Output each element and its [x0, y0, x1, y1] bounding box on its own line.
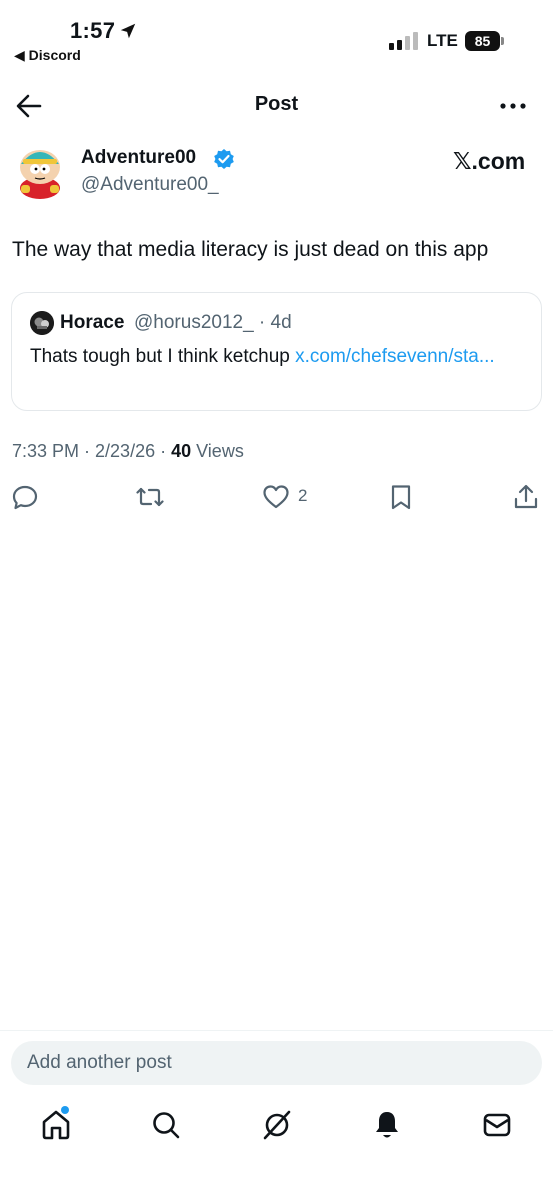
post-action-bar: 2 — [0, 483, 553, 511]
messages-icon[interactable] — [481, 1108, 513, 1142]
quoted-author-avatar — [30, 311, 54, 335]
like-count[interactable]: 2 — [298, 486, 307, 506]
bottom-nav — [0, 1108, 553, 1148]
quoted-post-card[interactable]: Horace @horus2012_ · 4d Thats tough but … — [11, 292, 542, 411]
add-post-input[interactable]: Add another post — [11, 1041, 542, 1085]
composer-divider — [0, 1030, 553, 1031]
more-options-icon[interactable] — [496, 93, 530, 119]
author-avatar[interactable] — [12, 142, 68, 200]
back-to-app-link[interactable]: ◀ Discord — [14, 47, 81, 64]
bookmark-icon[interactable] — [387, 483, 415, 511]
reply-icon[interactable] — [11, 483, 39, 511]
post-timestamp: 7:33 PM · 2/23/26 · — [12, 441, 172, 461]
post-header: Post — [0, 85, 553, 127]
cellular-signal-icon — [389, 32, 418, 50]
repost-icon[interactable] — [136, 483, 164, 511]
like-icon[interactable] — [262, 483, 290, 511]
quoted-author-name: Horace — [60, 312, 125, 333]
grok-icon[interactable] — [261, 1108, 293, 1142]
quoted-post-text: Thats tough but I think ketchup x.com/ch… — [30, 343, 530, 371]
battery-level: 85 — [465, 31, 500, 51]
battery-cap — [501, 37, 504, 45]
views-label: Views — [191, 441, 244, 461]
quoted-post-body: Thats tough but I think ketchup — [30, 346, 296, 367]
status-bar: 1:57 ◀ Discord LTE 85 — [0, 0, 553, 72]
post-meta: 7:33 PM · 2/23/26 · 40 Views — [12, 441, 244, 462]
page-title: Post — [254, 93, 299, 115]
home-icon[interactable] — [40, 1108, 72, 1142]
source-site-label: 𝕏.com — [453, 148, 526, 174]
verified-badge-icon — [214, 149, 234, 169]
author-display-name[interactable]: Adventure00 — [81, 147, 196, 169]
notifications-icon[interactable] — [371, 1108, 403, 1142]
status-time: 1:57 — [70, 18, 116, 43]
battery-icon: 85 — [465, 31, 505, 51]
quoted-post-link[interactable]: x.com/chefsevenn/sta... — [295, 346, 495, 367]
author-handle[interactable]: @Adventure00_ — [81, 174, 219, 196]
network-type: LTE — [427, 31, 458, 50]
add-post-placeholder: Add another post — [27, 1052, 172, 1073]
quoted-author-handle-time: @horus2012_ · 4d — [134, 312, 292, 333]
search-icon[interactable] — [150, 1108, 182, 1142]
share-icon[interactable] — [512, 483, 540, 511]
views-count[interactable]: 40 — [171, 441, 191, 461]
post-text: The way that media literacy is just dead… — [12, 238, 489, 261]
location-arrow-icon — [120, 23, 136, 39]
